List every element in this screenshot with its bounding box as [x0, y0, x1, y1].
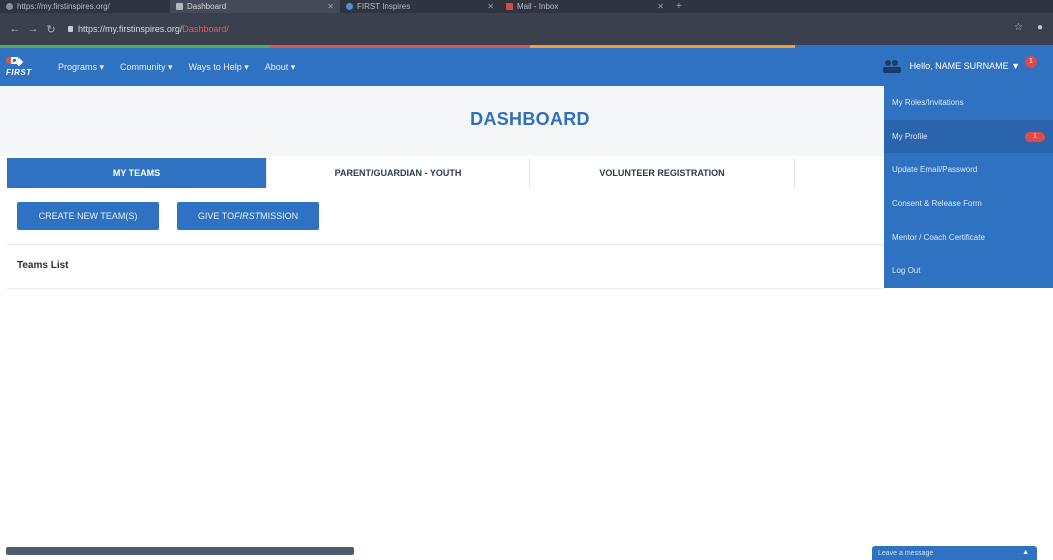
tab-parent-guardian-youth[interactable]: PARENT/GUARDIAN - YOUTH — [267, 158, 530, 188]
user-menu-toggle[interactable]: Hello, NAME SURNAME ▼ 1 — [882, 56, 1037, 73]
section-divider — [7, 244, 884, 245]
browser-tab-label: Mail - Inbox — [517, 2, 559, 11]
site-icon — [346, 3, 353, 10]
browser-tab-label: FIRST Inspires — [357, 2, 411, 11]
star-icon[interactable]: ☆ — [1014, 22, 1023, 33]
page-icon — [6, 3, 13, 10]
give-button-prefix: GIVE TO — [197, 211, 235, 221]
url-field[interactable]: https://my.firstinspires.org/Dashboard/ — [68, 24, 229, 34]
chat-widget[interactable]: Leave a message ▲ — [872, 546, 1037, 560]
first-logo[interactable]: FIRST — [0, 48, 44, 86]
tab-extra[interactable] — [795, 158, 884, 188]
give-button-suffix: MISSION — [260, 211, 299, 221]
mail-icon — [506, 3, 513, 10]
nav-ways-to-help[interactable]: Ways to Help ▾ — [189, 62, 249, 73]
teams-list-heading: Teams List — [17, 260, 69, 271]
nav-links: Programs ▾ Community ▾ Ways to Help ▾ Ab… — [58, 62, 295, 73]
nav-about[interactable]: About ▾ — [265, 62, 296, 73]
menu-item-label: My Profile — [892, 131, 928, 141]
user-greeting: Hello, NAME SURNAME ▼ — [909, 61, 1020, 71]
reload-icon[interactable]: ↻ — [44, 23, 58, 36]
browser-address-bar: ← → ↻ https://my.firstinspires.org/Dashb… — [0, 13, 1053, 45]
nav-programs[interactable]: Programs ▾ — [58, 62, 104, 73]
menu-item-mentor-certificate[interactable]: Mentor / Coach Certificate — [884, 220, 1053, 254]
browser-tab[interactable]: FIRST Inspires ✕ — [340, 0, 500, 13]
close-tab-icon[interactable]: ✕ — [657, 2, 664, 11]
menu-item-log-out[interactable]: Log Out — [884, 254, 1053, 288]
lock-icon — [68, 26, 73, 32]
new-tab-icon[interactable]: + — [670, 1, 688, 12]
user-avatar-icon — [882, 59, 902, 73]
page-icon — [176, 3, 183, 10]
menu-item-update-email-password[interactable]: Update Email/Password — [884, 153, 1053, 187]
nav-community[interactable]: Community ▾ — [120, 62, 173, 73]
browser-tab-label: Dashboard — [187, 2, 227, 11]
back-icon[interactable]: ← — [8, 23, 22, 35]
close-tab-icon[interactable]: ✕ — [327, 2, 334, 11]
menu-item-my-roles[interactable]: My Roles/Invitations — [884, 86, 1053, 120]
user-dropdown-menu: My Roles/Invitations My Profile 1 Update… — [884, 86, 1053, 288]
menu-item-label: My Roles/Invitations — [892, 98, 964, 108]
close-tab-icon[interactable]: ✕ — [487, 2, 494, 11]
chat-widget-label: Leave a message — [878, 549, 934, 557]
url-path: Dashboard/ — [182, 24, 229, 34]
give-button-emphasis: FIRST — [234, 211, 261, 221]
browser-tab[interactable]: https://my.firstinspires.org/ — [0, 0, 170, 13]
browser-tab-active[interactable]: Dashboard ✕ — [170, 0, 340, 13]
chevron-up-icon: ▲ — [1022, 549, 1029, 556]
menu-item-label: Mentor / Coach Certificate — [892, 232, 985, 242]
browser-tab-label: https://my.firstinspires.org/ — [17, 2, 110, 11]
bottom-status-bar — [6, 547, 354, 555]
menu-item-my-profile[interactable]: My Profile 1 — [884, 119, 1053, 154]
site-navbar: FIRST Programs ▾ Community ▾ Ways to Hel… — [0, 48, 1053, 86]
browser-actions: ☆ ● — [1014, 22, 1043, 33]
menu-item-label: Log Out — [892, 266, 921, 276]
dashboard-tabs: MY TEAMS PARENT/GUARDIAN - YOUTH VOLUNTE… — [7, 158, 884, 188]
logo-mark-icon — [6, 57, 24, 68]
give-to-first-mission-button[interactable]: GIVE TO FIRST MISSION — [177, 202, 319, 230]
menu-item-label: Consent & Release Form — [892, 199, 982, 209]
browser-tab[interactable]: Mail - Inbox ✕ — [500, 0, 670, 13]
create-new-team-button[interactable]: CREATE NEW TEAM(S) — [17, 202, 159, 230]
account-icon[interactable]: ● — [1037, 22, 1043, 33]
profile-alert-badge: 1 — [1025, 131, 1045, 142]
menu-item-consent-release[interactable]: Consent & Release Form — [884, 187, 1053, 221]
section-divider — [7, 288, 884, 289]
action-buttons: CREATE NEW TEAM(S) GIVE TO FIRST MISSION — [17, 202, 319, 230]
tab-my-teams[interactable]: MY TEAMS — [7, 158, 267, 188]
logo-text: FIRST — [6, 68, 32, 77]
forward-icon[interactable]: → — [26, 23, 40, 35]
browser-tab-bar: https://my.firstinspires.org/ Dashboard … — [0, 0, 1053, 13]
menu-item-label: Update Email/Password — [892, 165, 978, 175]
url-host: https://my.firstinspires.org/ — [78, 24, 183, 34]
tab-volunteer-registration[interactable]: VOLUNTEER REGISTRATION — [530, 158, 795, 188]
notification-badge[interactable]: 1 — [1025, 56, 1037, 68]
